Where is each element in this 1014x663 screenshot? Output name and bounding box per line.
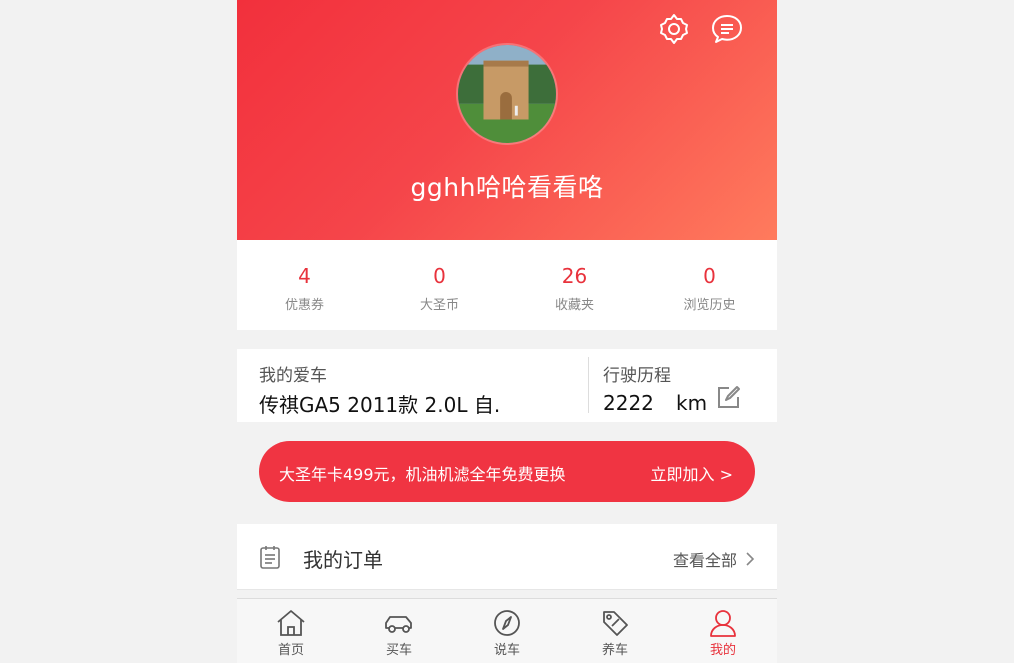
mileage-label: 行驶历程	[603, 366, 671, 386]
tab-buy-car[interactable]: 买车	[345, 599, 453, 663]
stat-coins[interactable]: 0 大圣币	[372, 240, 507, 330]
tab-label: 我的	[709, 643, 736, 658]
stat-label: 收藏夹	[554, 298, 594, 313]
stat-coupons[interactable]: 4 优惠券	[237, 240, 372, 330]
mileage-value: 2222	[603, 391, 654, 415]
tab-label: 说车	[493, 643, 520, 658]
promo-text: 大圣年卡499元，机油机滤全年免费更换	[279, 465, 566, 484]
orders-title: 我的订单	[303, 548, 383, 572]
stat-label: 大圣币	[419, 298, 459, 313]
tab-label: 买车	[385, 643, 412, 658]
stats-bar: 4 优惠券 0 大圣币 26 收藏夹 0 浏览历史	[237, 240, 777, 330]
compass-icon	[494, 610, 520, 636]
mileage-unit: km	[676, 391, 708, 415]
car-model: 传祺GA5 2011款 2.0L 自.	[259, 393, 501, 417]
annual-card-promo[interactable]: 大圣年卡499元，机油机滤全年免费更换 立即加入 >	[259, 441, 755, 502]
stat-favorites[interactable]: 26 收藏夹	[507, 240, 642, 330]
my-car-panel[interactable]: 我的爱车 传祺GA5 2011款 2.0L 自. 行驶历程 2222 km	[237, 349, 777, 422]
my-orders-row[interactable]: 我的订单 查看全部	[237, 524, 777, 590]
tag-icon	[603, 611, 628, 636]
stat-value: 4	[298, 264, 311, 288]
username: gghh哈哈看看咯	[410, 173, 604, 202]
tab-label: 养车	[601, 643, 628, 658]
join-now-link[interactable]: 立即加入 >	[651, 461, 734, 485]
divider	[588, 357, 589, 413]
user-icon	[710, 610, 736, 637]
avatar[interactable]	[456, 43, 558, 145]
stat-value: 0	[703, 264, 716, 288]
edit-icon[interactable]	[715, 385, 741, 411]
stat-label: 浏览历史	[683, 298, 736, 313]
tab-talk-car[interactable]: 说车	[453, 599, 561, 663]
stat-value: 26	[561, 264, 588, 288]
clipboard-icon	[259, 545, 281, 569]
stat-label: 优惠券	[284, 298, 324, 313]
tab-home[interactable]: 首页	[237, 599, 345, 663]
chevron-right-icon	[746, 552, 755, 566]
tab-maintain[interactable]: 养车	[561, 599, 669, 663]
home-icon	[277, 610, 305, 636]
view-all-orders[interactable]: 查看全部	[673, 547, 755, 571]
view-all-label: 查看全部	[672, 551, 737, 570]
phone-screen: gghh哈哈看看咯 4 优惠券 0 大圣币 26 收藏夹 0 浏览历史 我的爱车…	[237, 0, 777, 663]
bottom-tab-bar: 首页 买车 说车 养车 我的	[237, 598, 777, 663]
profile-header: gghh哈哈看看咯	[237, 0, 777, 240]
car-icon	[385, 616, 412, 633]
gear-icon[interactable]	[657, 12, 691, 46]
tab-label: 首页	[277, 643, 304, 658]
message-icon[interactable]	[710, 12, 744, 46]
stat-history[interactable]: 0 浏览历史	[642, 240, 777, 330]
tab-mine[interactable]: 我的	[669, 599, 777, 663]
my-car-label: 我的爱车	[259, 366, 327, 386]
stat-value: 0	[433, 264, 446, 288]
